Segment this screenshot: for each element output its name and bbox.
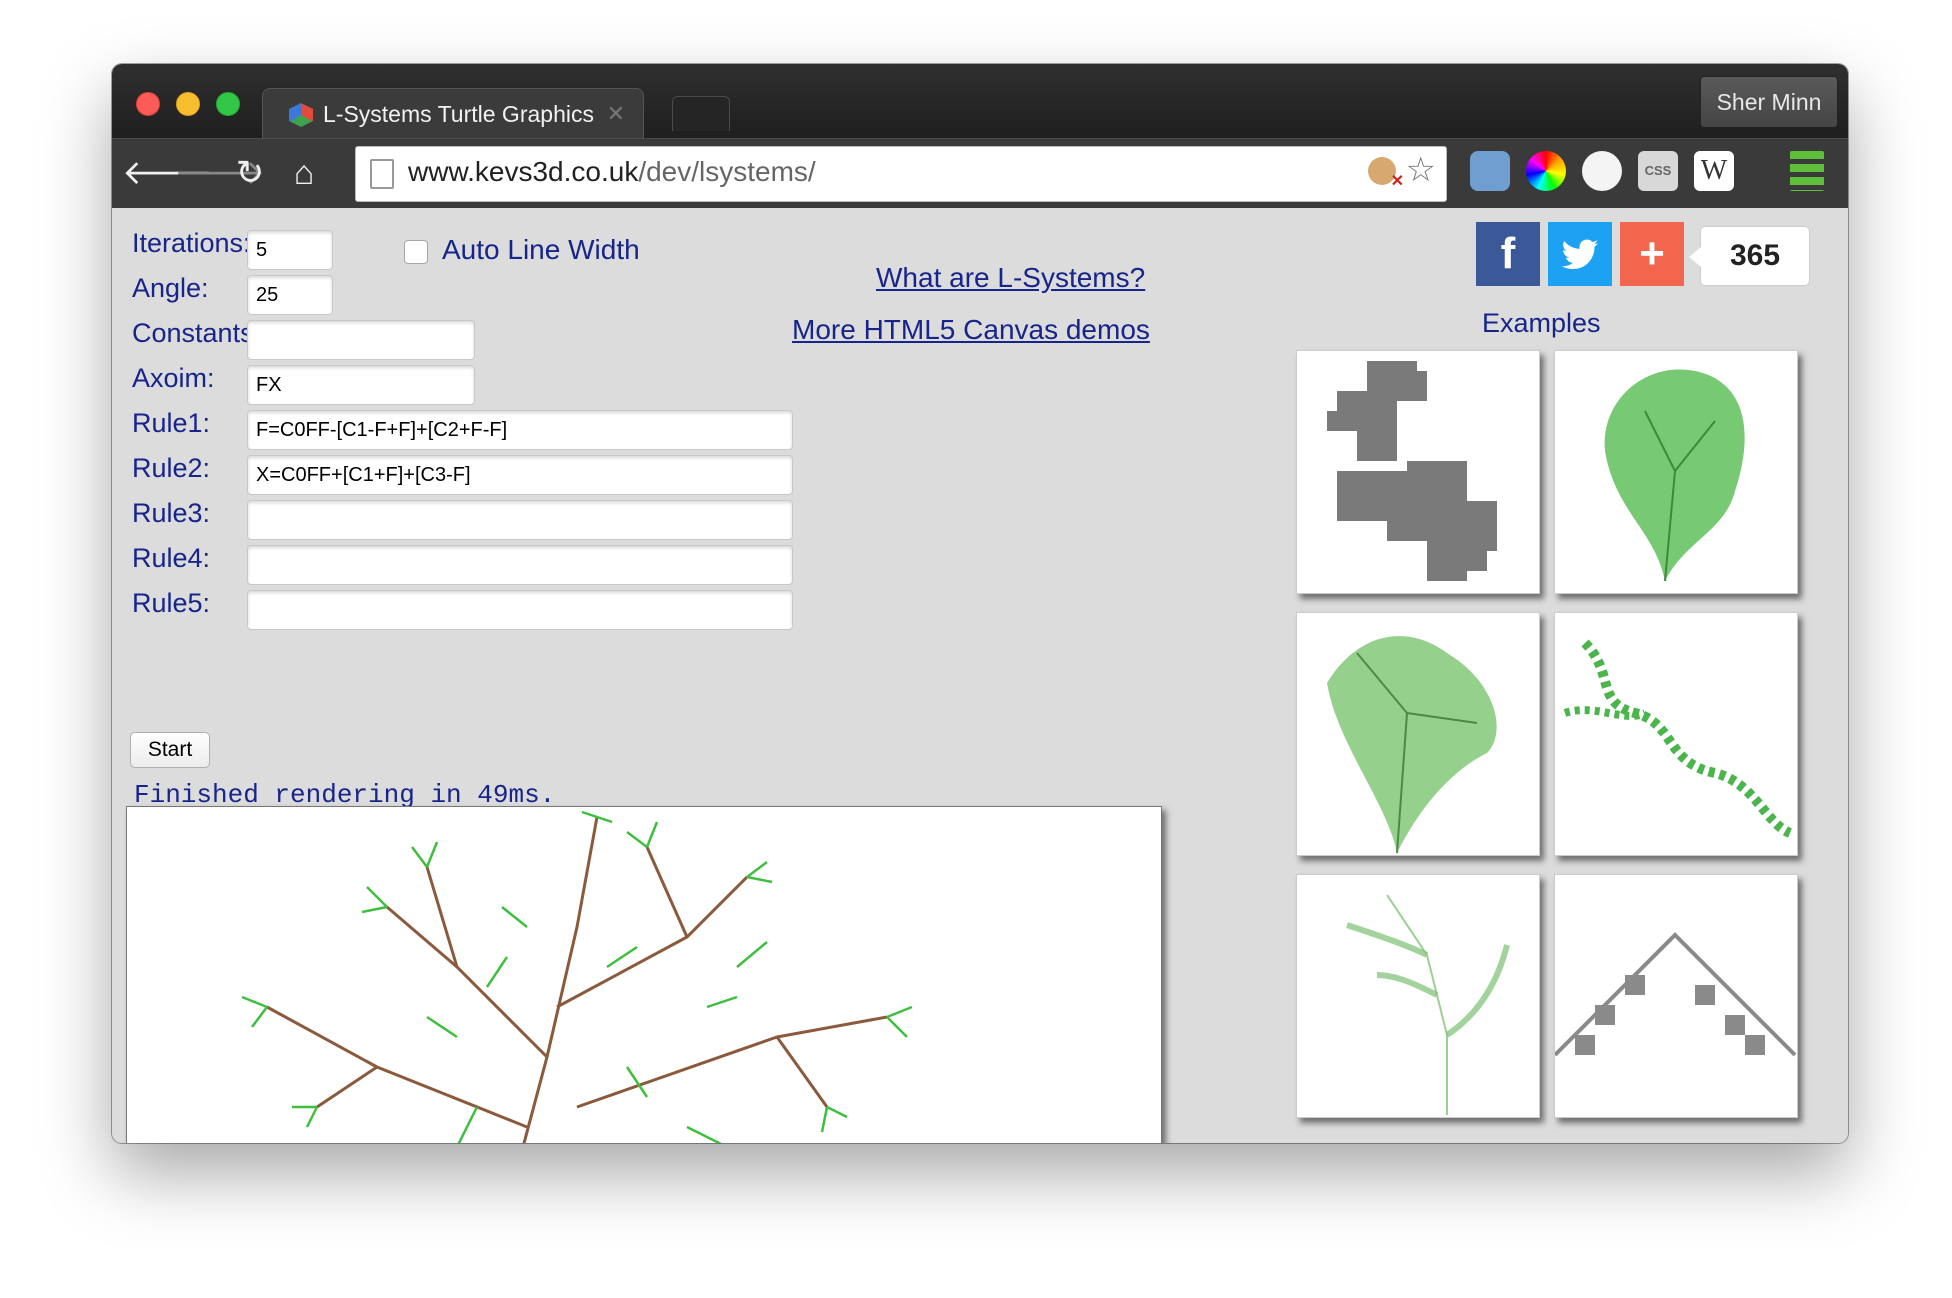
- green-tree-thumbnail: [1327, 636, 1497, 854]
- example-sierpinski[interactable]: [1553, 874, 1798, 1118]
- examples-title: Examples: [1482, 308, 1601, 338]
- auto-line-width-label: Auto Line Width: [442, 234, 640, 265]
- tab-title: L-Systems Turtle Graphics: [323, 101, 594, 127]
- render-canvas[interactable]: [126, 806, 1162, 1143]
- auto-line-width-checkbox[interactable]: [404, 240, 428, 264]
- new-tab-button[interactable]: [672, 96, 730, 131]
- minimize-window-button[interactable]: [176, 92, 200, 116]
- angle-label: Angle:: [132, 273, 209, 303]
- rule1-input[interactable]: [247, 410, 793, 450]
- rule3-label: Rule3:: [132, 498, 211, 528]
- example-green-bush[interactable]: [1554, 350, 1798, 594]
- constants-input[interactable]: [247, 320, 475, 360]
- wikipedia-extension-icon[interactable]: W: [1694, 151, 1734, 191]
- angle-input[interactable]: [247, 275, 333, 315]
- rule3-input[interactable]: [247, 500, 793, 540]
- share-count: 365: [1689, 226, 1810, 286]
- page-icon: [370, 159, 394, 189]
- rule2-input[interactable]: [247, 455, 793, 495]
- start-button[interactable]: Start: [130, 732, 210, 768]
- back-arrow-icon[interactable]: 🡐: [122, 151, 213, 195]
- what-are-lsystems-link[interactable]: What are L-Systems?: [876, 262, 1145, 294]
- example-green-tree[interactable]: [1296, 612, 1540, 856]
- rule2-label: Rule2:: [132, 453, 211, 483]
- rule5-input[interactable]: [247, 590, 793, 630]
- css-extension-icon[interactable]: CSS: [1638, 151, 1678, 191]
- rule5-label: Rule5:: [132, 588, 211, 618]
- facebook-share-button[interactable]: f: [1476, 222, 1540, 286]
- reload-icon[interactable]: ↻: [228, 151, 272, 195]
- iterations-label: Iterations:: [132, 228, 251, 258]
- example-green-vine[interactable]: [1554, 612, 1798, 856]
- address-bar[interactable]: www.kevs3d.co.uk/dev/lsystems/ ☆: [355, 146, 1447, 202]
- fern-thumbnail: [1346, 894, 1510, 1115]
- lsystem-tree-drawing: [241, 810, 913, 1143]
- circle-extension-icon[interactable]: [1582, 151, 1622, 191]
- url-path: /dev/lsystems/: [638, 156, 816, 187]
- axiom-label: Axoim:: [132, 363, 215, 393]
- color-picker-extension-icon[interactable]: [1526, 151, 1566, 191]
- menu-icon[interactable]: [1790, 151, 1824, 191]
- maximize-window-button[interactable]: [216, 92, 240, 116]
- green-vine-thumbnail: [1563, 639, 1793, 838]
- dragon-curve-thumbnail: [1327, 361, 1497, 581]
- page-content: Iterations: Auto Line Width Angle: Const…: [112, 208, 1848, 1143]
- url-text[interactable]: www.kevs3d.co.uk/dev/lsystems/: [408, 156, 816, 188]
- rule4-input[interactable]: [247, 545, 793, 585]
- blocked-cookie-icon[interactable]: [1368, 157, 1404, 191]
- browser-tab[interactable]: L-Systems Turtle Graphics ✕: [262, 88, 644, 141]
- camera-extension-icon[interactable]: [1470, 151, 1510, 191]
- iterations-input[interactable]: [247, 230, 333, 270]
- tab-close-icon[interactable]: ✕: [607, 101, 625, 127]
- green-bush-thumbnail: [1604, 369, 1745, 582]
- browser-window: L-Systems Turtle Graphics ✕ Sher Minn 🡐 …: [112, 64, 1848, 1143]
- axiom-input[interactable]: [247, 365, 475, 405]
- rule1-label: Rule1:: [132, 408, 211, 438]
- rule4-label: Rule4:: [132, 543, 211, 573]
- twitter-share-button[interactable]: [1548, 222, 1612, 286]
- twitter-bird-icon: [1561, 239, 1599, 270]
- example-dragon-curve[interactable]: [1296, 350, 1540, 594]
- home-icon[interactable]: ⌂: [282, 151, 326, 195]
- browser-toolbar: 🡐 🡒 ↻ ⌂ www.kevs3d.co.uk/dev/lsystems/ ☆…: [112, 138, 1848, 209]
- constants-label: Constants:: [132, 318, 262, 348]
- bookmark-star-icon[interactable]: ☆: [1406, 150, 1436, 190]
- url-host: www.kevs3d.co.uk: [408, 156, 639, 187]
- example-fern[interactable]: [1296, 874, 1540, 1118]
- favicon-icon: [289, 103, 313, 127]
- sierpinski-thumbnail: [1553, 932, 1797, 1057]
- close-window-button[interactable]: [136, 92, 160, 116]
- more-canvas-demos-link[interactable]: More HTML5 Canvas demos: [792, 314, 1150, 346]
- forward-arrow-icon[interactable]: 🡒: [174, 151, 265, 195]
- profile-button[interactable]: Sher Minn: [1700, 76, 1838, 128]
- add-share-button[interactable]: +: [1620, 222, 1684, 286]
- title-bar: L-Systems Turtle Graphics ✕ Sher Minn: [112, 64, 1848, 141]
